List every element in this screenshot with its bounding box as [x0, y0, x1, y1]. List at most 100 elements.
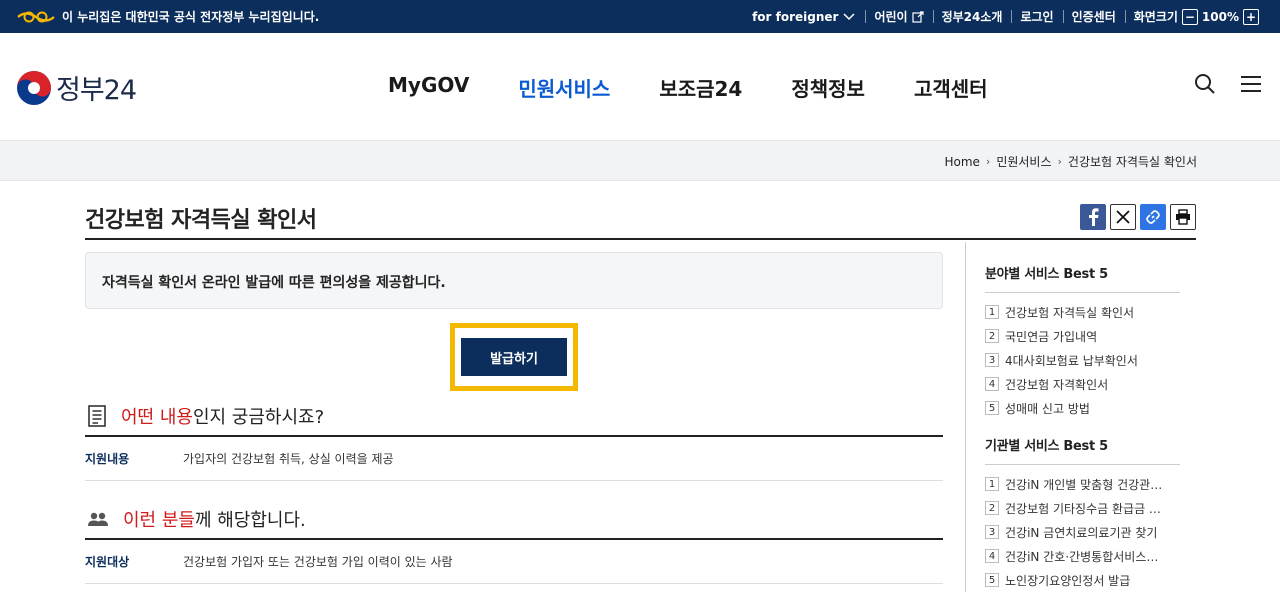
- chevron-right-icon: ›: [985, 155, 991, 168]
- list-item[interactable]: 1 건강보험 자격득실 확인서: [985, 300, 1180, 324]
- kids-link[interactable]: 어린이: [865, 8, 932, 25]
- site-logo[interactable]: 정부24: [16, 68, 137, 107]
- list-item[interactable]: 5 성매매 신고 방법: [985, 396, 1180, 420]
- field-best5-list: 1 건강보험 자격득실 확인서 2 국민연금 가입내역 3 4대사회보험료 납부확인서…: [985, 300, 1196, 420]
- title-row: 건강보험 자격득실 확인서: [85, 181, 1196, 240]
- list-item[interactable]: 2 국민연금 가입내역: [985, 324, 1180, 348]
- item-label: 노인장기요양인정서 발급: [1005, 573, 1131, 588]
- nav-customer-center[interactable]: 고객센터: [914, 73, 988, 102]
- item-label: 건강iN 간호·간병통합서비스…: [1005, 549, 1159, 564]
- gov-banner: 이 누리집은 대한민국 공식 전자정부 누리집입니다. for foreigne…: [0, 0, 1280, 33]
- nav-subsidy24[interactable]: 보조금24: [659, 73, 742, 102]
- zoom-value: 100%: [1201, 9, 1239, 24]
- support-content-key: 지원내용: [85, 452, 130, 466]
- rank-number: 3: [985, 525, 999, 539]
- cert-center-link[interactable]: 인증센터: [1062, 8, 1125, 25]
- site-header: 정부24 MyGOV 민원서비스 보조금24 정책정보 고객센터: [0, 33, 1280, 141]
- external-link-icon: [911, 10, 924, 23]
- chevron-down-icon: [843, 12, 855, 20]
- rank-number: 5: [985, 401, 999, 415]
- support-target-row: 지원대상 건강보험 가입자 또는 건강보험 가입 이력이 있는 사람: [85, 540, 943, 584]
- service-summary: 자격득실 확인서 온라인 발급에 따른 편의성을 제공합니다.: [85, 252, 943, 309]
- share-buttons: [1080, 204, 1196, 230]
- item-label: 건강보험 자격득실 확인서: [1005, 305, 1135, 320]
- link-icon: [1146, 210, 1160, 224]
- document-icon: [88, 405, 106, 427]
- issue-button[interactable]: 발급하기: [461, 338, 567, 376]
- list-item[interactable]: 5 노인장기요양인정서 발급: [985, 568, 1180, 592]
- menu-icon[interactable]: [1240, 74, 1262, 94]
- item-label: 4대사회보험료 납부확인서: [1005, 353, 1138, 368]
- list-item[interactable]: 1 건강iN 개인별 맞춤형 건강관…: [985, 472, 1180, 496]
- support-content-row: 지원내용 가입자의 건강보험 취득, 상실 이력을 제공: [85, 437, 943, 481]
- item-label: 성매매 신고 방법: [1005, 401, 1090, 416]
- section-content-rest: 인지 궁금하시죠?: [192, 407, 325, 428]
- rank-number: 3: [985, 353, 999, 367]
- support-target-key: 지원대상: [85, 555, 130, 569]
- list-item[interactable]: 4 건강보험 자격확인서: [985, 372, 1180, 396]
- zoom-in-button[interactable]: +: [1243, 8, 1259, 25]
- zoom-label: 화면크기: [1133, 10, 1178, 24]
- breadcrumb: Home › 민원서비스 › 건강보험 자격득실 확인서: [944, 153, 1197, 170]
- rank-number: 2: [985, 501, 999, 515]
- item-label: 건강보험 자격확인서: [1005, 377, 1109, 392]
- focus-highlight: 발급하기: [450, 323, 578, 391]
- kids-label: 어린이: [874, 10, 908, 24]
- support-content-value: 가입자의 건강보험 취득, 상실 이력을 제공: [183, 452, 394, 466]
- x-share-button[interactable]: [1110, 204, 1136, 230]
- login-label: 로그인: [1020, 10, 1054, 24]
- about-label: 정부24소개: [941, 10, 1003, 24]
- gov-notice: 이 누리집은 대한민국 공식 전자정부 누리집입니다.: [16, 8, 319, 25]
- main-column: 자격득실 확인서 온라인 발급에 따른 편의성을 제공합니다. 발급하기 어떤 …: [85, 242, 943, 584]
- item-label: 국민연금 가입내역: [1005, 329, 1098, 344]
- about-link[interactable]: 정부24소개: [932, 8, 1012, 25]
- for-foreigner-label: for foreigner: [752, 9, 839, 24]
- breadcrumb-civil-service[interactable]: 민원서비스: [996, 153, 1051, 170]
- gov-symbol-icon: [17, 11, 55, 22]
- rank-number: 1: [985, 477, 999, 491]
- zoom-control: 화면크기 − 100% +: [1124, 8, 1268, 25]
- logo-text: 정부24: [56, 75, 137, 106]
- section-content-highlight: 어떤 내용: [121, 407, 193, 428]
- sidebar: 분야별 서비스 Best 5 1 건강보험 자격득실 확인서 2 국민연금 가입내역…: [965, 242, 1196, 592]
- nav-mygov[interactable]: MyGOV: [388, 73, 469, 102]
- search-icon[interactable]: [1194, 73, 1216, 95]
- chevron-right-icon: ›: [1057, 155, 1062, 168]
- item-label: 건강iN 개인별 맞춤형 건강관…: [1005, 477, 1163, 492]
- x-logo-icon: [1116, 210, 1130, 224]
- list-item[interactable]: 4 건강iN 간호·간병통합서비스…: [985, 544, 1180, 568]
- people-icon: [88, 512, 108, 526]
- item-label: 건강iN 금연치료의료기관 찾기: [1005, 525, 1158, 540]
- for-foreigner-link[interactable]: for foreigner: [743, 10, 865, 24]
- zoom-out-button[interactable]: −: [1181, 8, 1198, 25]
- section-target-highlight: 이런 분들: [123, 510, 195, 531]
- login-link[interactable]: 로그인: [1011, 8, 1062, 25]
- list-item[interactable]: 2 건강보험 기타징수금 환급금 …: [985, 496, 1180, 520]
- agency-best5-list: 1 건강iN 개인별 맞춤형 건강관… 2 건강보험 기타징수금 환급금 … 3 건강…: [985, 472, 1196, 592]
- rank-number: 5: [985, 573, 999, 587]
- section-content-title: 어떤 내용인지 궁금하시죠?: [85, 397, 943, 437]
- print-icon: [1176, 209, 1190, 225]
- page-title: 건강보험 자격득실 확인서: [85, 208, 317, 233]
- breadcrumb-home[interactable]: Home: [944, 155, 979, 169]
- taegeuk-logo-icon: [17, 70, 51, 105]
- section-target-title: 이런 분들께 해당합니다.: [85, 500, 943, 540]
- rank-number: 1: [985, 305, 999, 319]
- cert-center-label: 인증센터: [1071, 10, 1116, 24]
- copy-link-button[interactable]: [1140, 204, 1166, 230]
- item-label: 건강보험 기타징수금 환급금 …: [1005, 501, 1161, 516]
- list-item[interactable]: 3 4대사회보험료 납부확인서: [985, 348, 1180, 372]
- nav-civil-service[interactable]: 민원서비스: [518, 73, 610, 102]
- print-button[interactable]: [1170, 204, 1196, 230]
- main-nav: MyGOV 민원서비스 보조금24 정책정보 고객센터: [388, 73, 988, 102]
- support-target-value: 건강보험 가입자 또는 건강보험 가입 이력이 있는 사람: [183, 555, 453, 569]
- facebook-share-button[interactable]: [1080, 204, 1106, 230]
- list-item[interactable]: 3 건강iN 금연치료의료기관 찾기: [985, 520, 1180, 544]
- section-target-rest: 께 해당합니다.: [194, 510, 306, 531]
- gov-notice-text: 이 누리집은 대한민국 공식 전자정부 누리집입니다.: [62, 10, 320, 24]
- rank-number: 2: [985, 329, 999, 343]
- facebook-icon: [1089, 208, 1099, 226]
- nav-policy-info[interactable]: 정책정보: [791, 73, 865, 102]
- rank-number: 4: [985, 377, 999, 391]
- content-area: 건강보험 자격득실 확인서 자격득실 확인서 온라인 발급에 따른 편의성을 제…: [85, 181, 1196, 592]
